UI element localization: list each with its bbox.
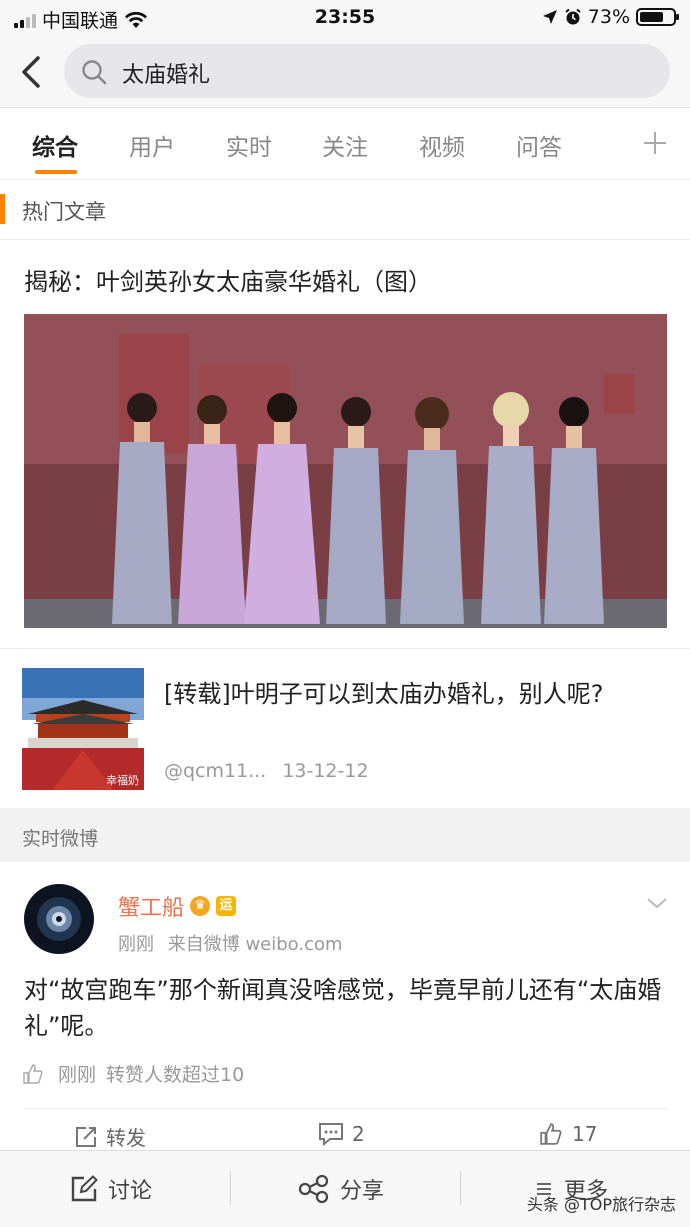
search-icon [82,60,107,85]
temple-thumbnail: 幸福奶 [22,668,144,790]
discuss-button[interactable]: 讨论 [70,1173,152,1205]
location-icon [542,10,557,24]
tab-following[interactable]: 关注 [322,128,368,162]
edit-icon [71,1175,98,1202]
status-bar: 中国联通 23:55 73% [0,0,690,36]
likes-note-text: 转赞人数超过10 [106,1064,245,1086]
divider [0,648,690,649]
battery-percent: 73% [587,6,630,28]
hot-articles-header: 热门文章 [0,180,690,240]
avatar-image [24,884,94,954]
tab-users[interactable]: 用户 [129,128,175,162]
comment-count: 2 [352,1122,365,1146]
article-date: 13-12-12 [282,760,369,782]
divider [24,1108,668,1109]
repost-icon [76,1126,96,1147]
badge-yun: 运 [216,896,237,916]
chevron-down-icon[interactable] [646,892,668,914]
repost-label: 转发 [106,1126,146,1150]
article-thumbnail[interactable]: 幸福奶 [22,668,144,790]
post-time: 刚刚 [118,934,154,955]
bridesmaids-photo [24,314,667,628]
thumbs-up-icon [23,1063,43,1084]
alarm-icon [565,8,581,25]
featured-article-photo[interactable] [24,314,667,628]
discuss-label: 讨论 [108,1179,153,1204]
section-accent-bar [0,194,5,224]
plus-icon[interactable] [642,130,668,156]
post-likes-note: 刚刚 转赞人数超过10 [22,1060,244,1087]
tab-video[interactable]: 视频 [419,128,465,162]
like-button[interactable]: 17 [538,1122,597,1146]
bottom-toolbar: 讨论 分享 更多 头条 @TOP旅行杂志 [0,1150,690,1227]
article-meta: @qcm11... 13-12-12 [164,760,369,782]
tab-comprehensive[interactable]: 综合 [32,128,78,162]
tab-qa[interactable]: 问答 [516,128,562,162]
battery-icon [636,8,679,26]
search-query: 太庙婚礼 [122,63,211,88]
section-title: 实时微博 [22,828,99,850]
article-author[interactable]: @qcm11... [164,760,266,782]
likes-note-time: 刚刚 [58,1064,97,1086]
back-icon[interactable] [14,52,50,92]
comment-icon [319,1123,343,1146]
post-meta: 刚刚 来自微博 weibo.com [118,930,343,956]
like-count: 17 [572,1122,598,1146]
tab-realtime[interactable]: 实时 [226,128,272,162]
post-text: 对“故宫跑车”那个新闻真没啥感觉，毕竟早前儿还有“太庙婚礼”呢。 [24,976,662,1040]
vip-crown-icon: ♛ [190,896,211,916]
divider [230,1171,231,1205]
like-icon [540,1123,562,1145]
username[interactable]: 蟹工船 [118,890,184,922]
realtime-weibo-header: 实时微博 [0,808,690,862]
share-label: 分享 [340,1179,385,1204]
share-icon [298,1175,329,1203]
repost-button[interactable]: 转发 [74,1122,146,1151]
watermark: 头条 @TOP旅行杂志 [526,1195,676,1214]
thumbnail-caption: 幸福奶 [106,773,139,787]
search-header: 太庙婚礼 [0,36,690,108]
featured-article-title[interactable]: 揭秘：叶剑英孙女太庙豪华婚礼（图） [24,262,432,297]
share-button[interactable]: 分享 [298,1173,384,1205]
search-input[interactable]: 太庙婚礼 [64,44,670,98]
comment-button[interactable]: 2 [318,1122,365,1146]
article-title[interactable]: [转载]叶明子可以到太庙办婚礼，别人呢? [164,676,664,712]
active-tab-indicator [35,170,77,174]
search-tabs: 综合 用户 实时 关注 视频 问答 [0,108,690,180]
post-source: 来自微博 weibo.com [167,934,343,955]
avatar[interactable] [24,884,94,954]
divider [460,1171,461,1205]
section-title: 热门文章 [22,200,106,224]
post-username[interactable]: 蟹工船 ♛ 运 [118,890,237,922]
